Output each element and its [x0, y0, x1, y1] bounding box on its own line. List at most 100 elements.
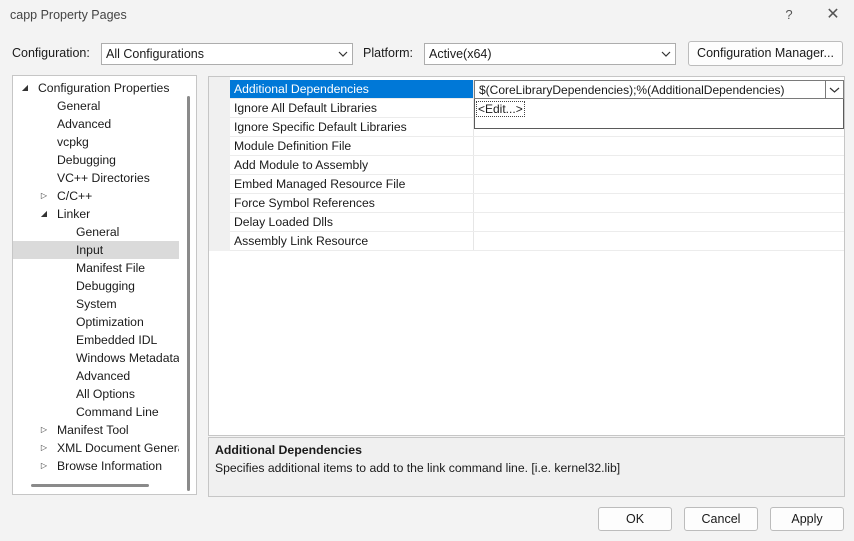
- property-value[interactable]: [475, 137, 844, 155]
- chevron-down-icon: [829, 87, 840, 93]
- property-name: Add Module to Assembly: [230, 156, 474, 174]
- grid-margin: [209, 77, 230, 251]
- tree-item-label: vcpkg: [57, 135, 89, 149]
- tree-item-label: Manifest Tool: [57, 423, 129, 437]
- property-name: Ignore All Default Libraries: [230, 99, 474, 117]
- tree-item[interactable]: System: [13, 295, 179, 313]
- close-button[interactable]: ✕: [818, 4, 848, 26]
- tree-item-label: Debugging: [57, 153, 116, 167]
- collapse-arrow-icon[interactable]: ◢: [20, 79, 30, 97]
- close-icon: ✕: [826, 6, 840, 23]
- tree-item-label: VC++ Directories: [57, 171, 150, 185]
- apply-button[interactable]: Apply: [770, 507, 844, 531]
- tree-item-label: XML Document Generator: [57, 441, 179, 455]
- tree-item[interactable]: vcpkg: [13, 133, 179, 151]
- tree-item-label: Input: [76, 243, 104, 257]
- property-name: Module Definition File: [230, 137, 474, 155]
- tree-item[interactable]: ▷ XML Document Generator: [13, 439, 179, 457]
- tree-item[interactable]: Debugging: [13, 151, 179, 169]
- cancel-button[interactable]: Cancel: [684, 507, 758, 531]
- configuration-manager-button[interactable]: Configuration Manager...: [688, 41, 843, 66]
- tree-vertical-scrollbar[interactable]: [187, 96, 190, 491]
- expand-arrow-icon[interactable]: ▷: [39, 439, 49, 457]
- property-value[interactable]: [475, 175, 844, 193]
- expand-arrow-icon[interactable]: ▷: [39, 421, 49, 439]
- property-tree[interactable]: ◢ Configuration Properties General Advanced…: [12, 75, 197, 495]
- tree-item[interactable]: Embedded IDL: [13, 331, 179, 349]
- property-value[interactable]: [475, 194, 844, 212]
- tree-item-label: Browse Information: [57, 459, 162, 473]
- tree-item[interactable]: Command Line: [13, 403, 179, 421]
- window-title: capp Property Pages: [10, 8, 127, 22]
- property-row[interactable]: Delay Loaded Dlls: [230, 213, 844, 232]
- title-bar: capp Property Pages ? ✕: [0, 0, 854, 32]
- tree-item[interactable]: Optimization: [13, 313, 179, 331]
- tree-item[interactable]: Manifest File: [13, 259, 179, 277]
- property-name: Embed Managed Resource File: [230, 175, 474, 193]
- expand-arrow-icon[interactable]: ▷: [39, 187, 49, 205]
- additional-dependencies-editor[interactable]: $(CoreLibraryDependencies);%(AdditionalD…: [474, 80, 844, 99]
- property-name: Additional Dependencies: [230, 80, 474, 98]
- tree-item-label: Linker: [57, 207, 91, 221]
- expand-arrow-icon[interactable]: ▷: [39, 457, 49, 475]
- chevron-down-icon: [338, 51, 348, 57]
- tree-item-label: Manifest File: [76, 261, 146, 275]
- platform-combo[interactable]: Active(x64): [424, 43, 676, 65]
- tree-item[interactable]: Advanced: [13, 115, 179, 133]
- configuration-label: Configuration:: [12, 46, 90, 60]
- collapse-arrow-icon[interactable]: ◢: [39, 205, 49, 223]
- tree-item[interactable]: ▷ Browse Information: [13, 457, 179, 475]
- property-row[interactable]: Module Definition File: [230, 137, 844, 156]
- chevron-down-icon: [661, 51, 671, 57]
- tree-horizontal-scrollbar[interactable]: [31, 484, 149, 487]
- tree-item-label: Windows Metadata: [76, 351, 179, 365]
- edit-option[interactable]: <Edit...>: [476, 101, 525, 117]
- ok-button[interactable]: OK: [598, 507, 672, 531]
- tree-item[interactable]: ▷ Manifest Tool: [13, 421, 179, 439]
- tree-item[interactable]: General: [13, 97, 179, 115]
- configuration-value: All Configurations: [106, 47, 204, 61]
- property-row[interactable]: Force Symbol References: [230, 194, 844, 213]
- tree-item-label: Command Line: [76, 405, 159, 419]
- tree-item[interactable]: ◢ Linker: [13, 205, 179, 223]
- description-text: Specifies additional items to add to the…: [215, 461, 621, 475]
- tree-item-label: Embedded IDL: [76, 333, 158, 347]
- tree-item[interactable]: VC++ Directories: [13, 169, 179, 187]
- description-title: Additional Dependencies: [215, 443, 362, 457]
- tree-item[interactable]: General: [13, 223, 179, 241]
- tree-item-label: Advanced: [76, 369, 131, 383]
- tree-item[interactable]: Advanced: [13, 367, 179, 385]
- property-name: Assembly Link Resource: [230, 232, 474, 250]
- tree-item[interactable]: Debugging: [13, 277, 179, 295]
- property-name: Force Symbol References: [230, 194, 474, 212]
- value-dropdown-list: <Edit...>: [474, 99, 844, 129]
- tree-item-label: C/C++: [57, 189, 93, 203]
- tree-item-label: Debugging: [76, 279, 135, 293]
- value-dropdown-button[interactable]: [825, 80, 844, 99]
- tree-item-label: Optimization: [76, 315, 144, 329]
- tree-item-label: Advanced: [57, 117, 112, 131]
- property-value[interactable]: [475, 213, 844, 231]
- tree-item-label: Configuration Properties: [38, 81, 170, 95]
- tree-item[interactable]: Input: [13, 241, 179, 259]
- tree-item-label: General: [57, 99, 101, 113]
- help-button[interactable]: ?: [774, 4, 804, 26]
- tree-item-label: General: [76, 225, 120, 239]
- tree-item[interactable]: All Options: [13, 385, 179, 403]
- property-value[interactable]: [475, 156, 844, 174]
- property-grid[interactable]: Additional Dependencies Ignore All Defaul…: [208, 76, 845, 436]
- property-row[interactable]: Assembly Link Resource: [230, 232, 844, 251]
- property-name: Ignore Specific Default Libraries: [230, 118, 474, 136]
- tree-item-label: All Options: [76, 387, 135, 401]
- tree-item[interactable]: Windows Metadata: [13, 349, 179, 367]
- property-value[interactable]: [475, 232, 844, 250]
- configuration-combo[interactable]: All Configurations: [101, 43, 353, 65]
- property-row[interactable]: Add Module to Assembly: [230, 156, 844, 175]
- platform-label: Platform:: [363, 46, 414, 60]
- property-row[interactable]: Embed Managed Resource File: [230, 175, 844, 194]
- property-name: Delay Loaded Dlls: [230, 213, 474, 231]
- tree-item-label: System: [76, 297, 117, 311]
- description-panel: Additional Dependencies Specifies additi…: [208, 437, 845, 497]
- tree-item[interactable]: ◢ Configuration Properties: [13, 79, 179, 97]
- tree-item[interactable]: ▷ C/C++: [13, 187, 179, 205]
